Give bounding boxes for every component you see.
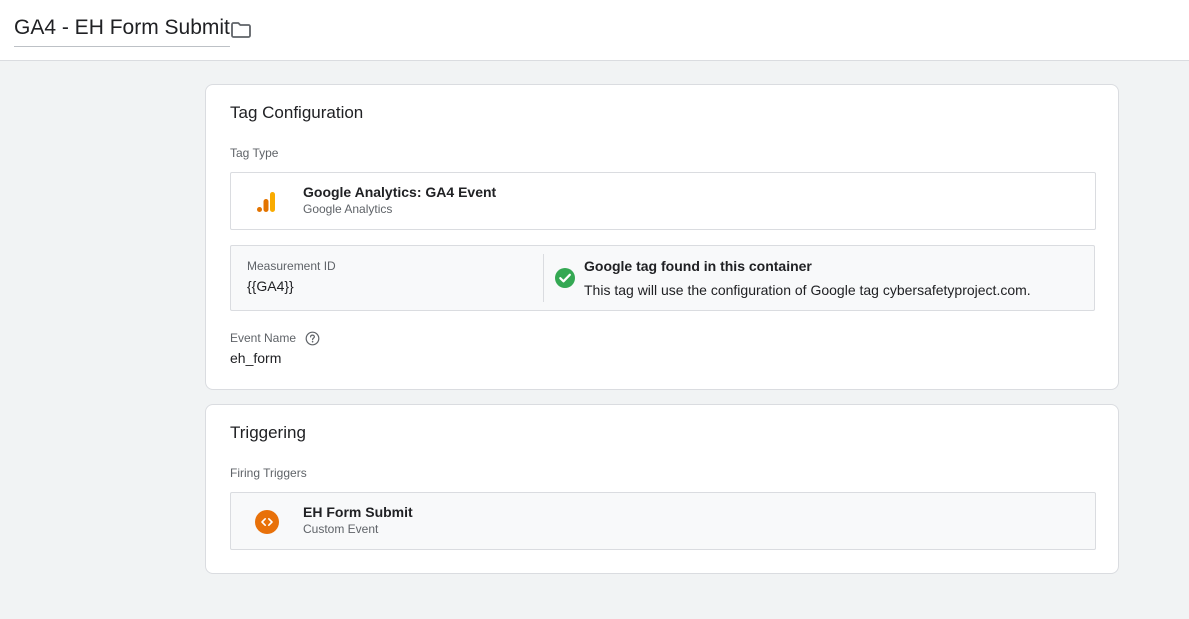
top-bar: GA4 - EH Form Submit [0,0,1189,61]
tag-type-row[interactable]: Google Analytics: GA4 Event Google Analy… [230,172,1096,230]
tag-name-field[interactable]: GA4 - EH Form Submit [14,16,230,47]
triggering-card: Triggering Firing Triggers EH Form Submi… [205,404,1119,574]
measurement-id-value[interactable]: {{GA4}} [247,278,294,294]
tag-configuration-card: Tag Configuration Tag Type Google Analyt… [205,84,1119,390]
measurement-id-label: Measurement ID [247,259,336,273]
tag-type-label: Tag Type [230,146,279,160]
event-name-value[interactable]: eh_form [230,350,281,366]
triggering-title: Triggering [230,423,306,442]
folder-icon[interactable] [229,18,253,42]
check-circle-icon [554,267,576,289]
google-tag-status-title: Google tag found in this container [584,258,812,274]
tag-type-name: Google Analytics: GA4 Event [303,184,497,200]
custom-event-icon [255,510,279,534]
panel-divider [543,254,544,302]
google-tag-status-description: This tag will use the configuration of G… [584,282,1031,298]
trigger-row[interactable]: EH Form Submit Custom Event [230,492,1096,550]
trigger-name: EH Form Submit [303,504,413,520]
firing-triggers-label: Firing Triggers [230,466,307,480]
trigger-type: Custom Event [303,522,379,536]
event-name-label: Event Name [230,331,297,345]
measurement-id-panel: Measurement ID {{GA4}} Google tag found … [230,245,1095,311]
help-circle-icon[interactable] [305,331,320,346]
tag-type-provider: Google Analytics [303,202,393,216]
google-analytics-icon [255,190,279,214]
tag-configuration-title: Tag Configuration [230,103,364,122]
